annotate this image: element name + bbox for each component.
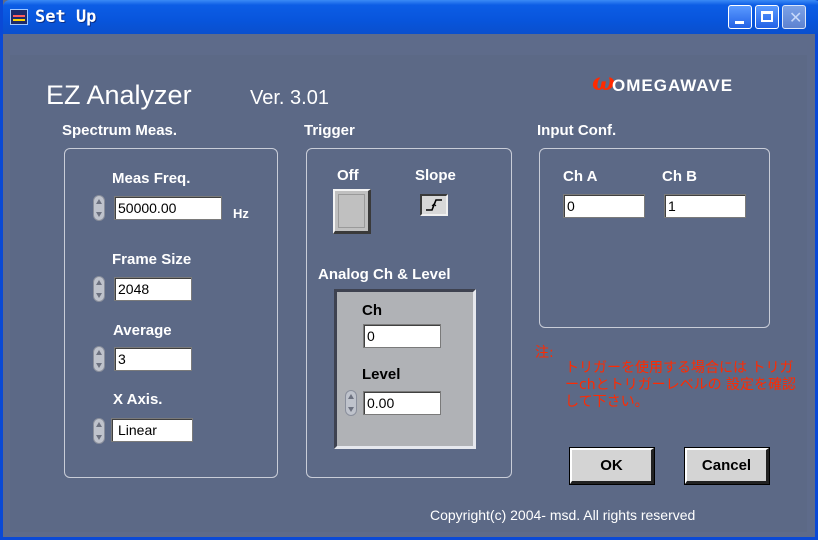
trigger-level-input[interactable]: 0.00	[363, 391, 441, 415]
average-input[interactable]: 3	[114, 347, 192, 371]
trigger-level-spinner[interactable]	[345, 390, 357, 416]
slope-toggle[interactable]	[420, 194, 448, 216]
x-axis-spinner[interactable]	[93, 418, 105, 444]
rising-slope-icon	[426, 199, 442, 211]
x-axis-label: X Axis.	[113, 391, 163, 408]
average-spinner[interactable]	[93, 346, 105, 372]
maximize-button[interactable]	[755, 5, 779, 29]
app-name: EZ Analyzer	[46, 80, 192, 110]
meas-freq-input[interactable]: 50000.00	[114, 196, 222, 220]
ok-button[interactable]: OK	[569, 447, 655, 485]
logo-text: OMEGAWAVE	[612, 76, 734, 95]
trigger-level-label: Level	[362, 366, 401, 383]
average-label: Average	[113, 322, 172, 339]
close-button[interactable]: ✕	[782, 5, 806, 29]
trigger-ch-input[interactable]: 0	[363, 324, 441, 348]
ch-a-label: Ch A	[563, 168, 598, 185]
copyright-text: Copyright(c) 2004- msd. All rights reser…	[430, 507, 696, 523]
note-heading: 注:	[535, 345, 554, 361]
ch-b-input[interactable]: 1	[664, 194, 746, 218]
trigger-section-title: Trigger	[304, 122, 355, 139]
ch-a-input[interactable]: 0	[563, 194, 645, 218]
app-version: Ver. 3.01	[250, 87, 329, 109]
title-bar[interactable]: Set Up ✕	[3, 0, 818, 34]
analog-ch-level-panel: Ch 0 Level 0.00	[334, 289, 476, 449]
trigger-off-label: Off	[337, 167, 359, 184]
window-title: Set Up	[35, 7, 97, 27]
cancel-button[interactable]: Cancel	[684, 447, 770, 485]
note-text: トリガーを使用する場合には トリガーchとトリガーレベルの 設定を確認して下さい…	[565, 360, 797, 410]
close-icon: ✕	[789, 8, 803, 27]
frame-size-input[interactable]: 2048	[114, 277, 192, 301]
meas-freq-unit: Hz	[233, 206, 249, 221]
minimize-button[interactable]	[728, 5, 752, 29]
meas-freq-spinner[interactable]	[93, 195, 105, 221]
trigger-off-toggle[interactable]	[333, 189, 371, 234]
trigger-ch-label: Ch	[362, 302, 382, 319]
slope-label: Slope	[415, 167, 456, 184]
frame-size-spinner[interactable]	[93, 276, 105, 302]
analog-ch-level-title: Analog Ch & Level	[318, 266, 451, 283]
minimize-icon	[735, 21, 744, 24]
spectrum-section-title: Spectrum Meas.	[62, 122, 178, 139]
ch-b-label: Ch B	[662, 168, 697, 185]
input-conf-section-title: Input Conf.	[537, 122, 617, 139]
meas-freq-label: Meas Freq.	[112, 170, 191, 187]
maximize-icon	[761, 11, 773, 22]
frame-size-label: Frame Size	[112, 251, 192, 268]
x-axis-select[interactable]: Linear	[111, 418, 193, 442]
app-icon	[10, 9, 28, 25]
